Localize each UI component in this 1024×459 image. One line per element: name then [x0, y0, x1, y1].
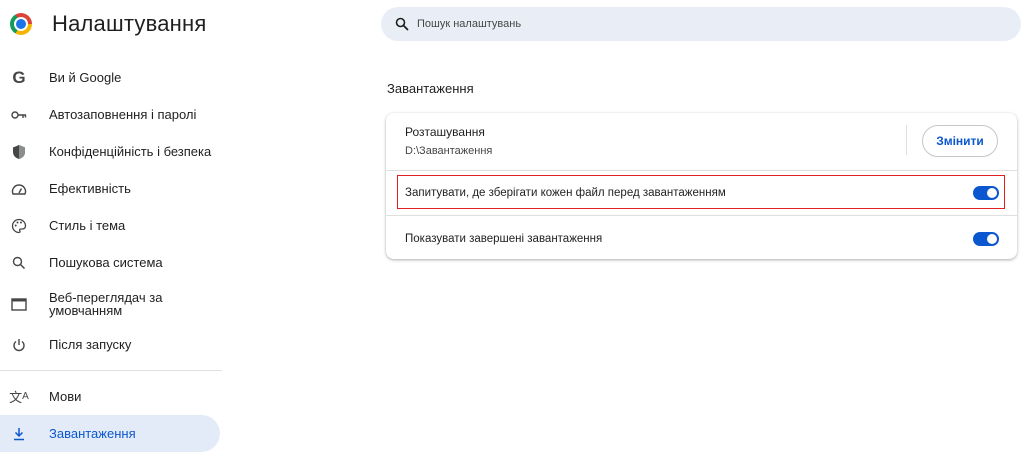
- shield-icon: [10, 143, 28, 161]
- sidebar-item-default-browser[interactable]: Веб-переглядач за умовчанням: [0, 281, 220, 327]
- speedometer-icon: [10, 180, 28, 198]
- sidebar-item-label: Ефективність: [49, 181, 131, 196]
- sidebar-item-downloads[interactable]: Завантаження: [0, 415, 220, 452]
- search-input[interactable]: [415, 17, 979, 31]
- sidebar-item-on-startup[interactable]: Після запуску: [0, 326, 220, 363]
- sidebar-item-label: Пошукова система: [49, 255, 163, 270]
- download-icon: [10, 425, 28, 443]
- location-title: Розташування: [405, 125, 485, 139]
- sidebar-item-languages[interactable]: 文A Мови: [0, 378, 220, 415]
- toggle-knob: [987, 234, 997, 244]
- sidebar-item-label: Веб-переглядач за умовчанням: [49, 290, 163, 318]
- search-icon: [10, 254, 28, 272]
- sidebar-item-label: Завантаження: [49, 426, 136, 441]
- sidebar-item-label: Конфіденційність і безпека: [49, 144, 212, 159]
- sidebar-item-privacy[interactable]: Конфіденційність і безпека: [0, 133, 220, 170]
- show-completed-label: Показувати завершені завантаження: [405, 233, 603, 245]
- downloads-settings-card: Розташування D:\Завантаження Змінити Зап…: [386, 113, 1017, 259]
- toggle-knob: [987, 188, 997, 198]
- google-icon: G: [12, 67, 26, 87]
- change-location-button[interactable]: Змінити: [922, 125, 998, 157]
- sidebar-item-label: Мови: [49, 389, 82, 404]
- sidebar-item-search-engine[interactable]: Пошукова система: [0, 244, 220, 281]
- row-divider: [386, 215, 1017, 216]
- vertical-divider: [906, 125, 907, 155]
- sidebar-item-label: Стиль і тема: [49, 218, 126, 233]
- sidebar-item-autofill[interactable]: Автозаповнення і паролі: [0, 96, 220, 133]
- sidebar-item-you-and-google[interactable]: G Ви й Google: [0, 59, 220, 96]
- section-title: Завантаження: [387, 81, 474, 96]
- search-bar[interactable]: [381, 7, 1021, 41]
- row-divider: [386, 170, 1017, 171]
- browser-window-icon: [10, 295, 28, 313]
- ask-where-toggle[interactable]: [973, 186, 999, 200]
- sidebar-item-appearance[interactable]: Стиль і тема: [0, 207, 220, 244]
- sidebar-item-label: Ви й Google: [49, 70, 122, 85]
- sidebar-item-label: Після запуску: [49, 337, 132, 352]
- sidebar-item-label: Автозаповнення і паролі: [49, 107, 197, 122]
- sidebar-item-performance[interactable]: Ефективність: [0, 170, 220, 207]
- search-icon: [395, 17, 409, 31]
- power-icon: [10, 336, 28, 354]
- show-completed-toggle[interactable]: [973, 232, 999, 246]
- chrome-logo-icon: [10, 13, 32, 35]
- location-path: D:\Завантаження: [405, 145, 493, 157]
- translate-icon: 文A: [9, 390, 29, 405]
- key-icon: [10, 106, 28, 124]
- palette-icon: [10, 217, 28, 235]
- ask-where-label: Запитувати, де зберігати кожен файл пере…: [405, 187, 726, 199]
- sidebar-divider: [0, 370, 222, 371]
- page-title: Налаштування: [52, 11, 207, 36]
